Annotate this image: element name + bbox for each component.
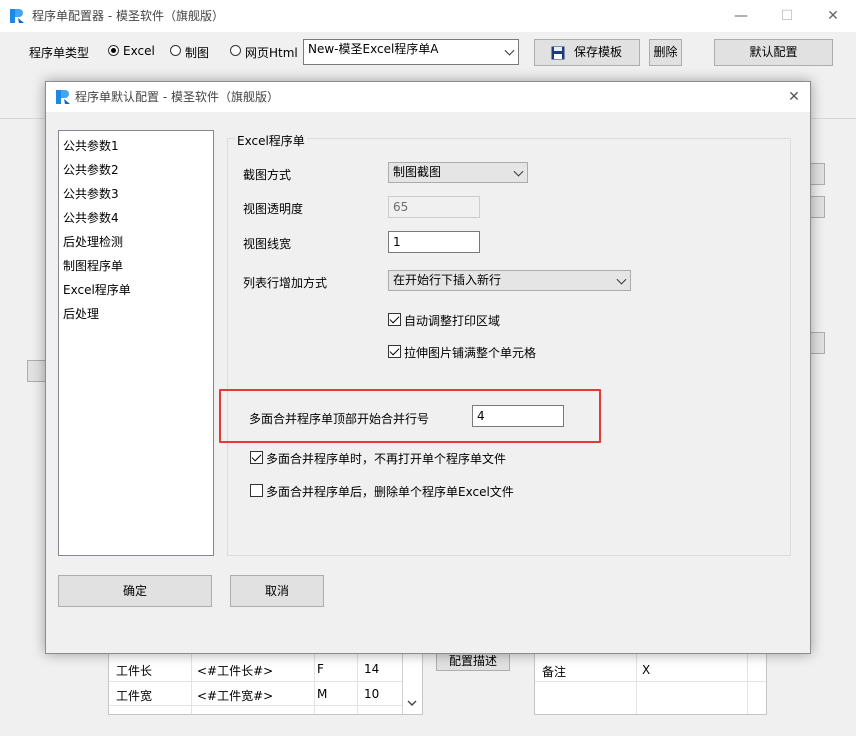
nav-item-public-3[interactable]: 公共参数3 [63, 185, 119, 202]
table-cell[interactable]: 10 [364, 687, 379, 701]
radio-excel-indicator[interactable] [108, 45, 119, 56]
row-divider [109, 705, 402, 706]
radio-drawing[interactable] [170, 45, 181, 56]
nav-item-post-check[interactable]: 后处理检测 [63, 233, 123, 250]
radio-html-indicator[interactable] [230, 45, 241, 56]
nav-item-public-4[interactable]: 公共参数4 [63, 209, 119, 226]
dialog-close-button[interactable]: ✕ [784, 87, 804, 107]
template-select[interactable]: New-模圣Excel程序单A [303, 39, 519, 65]
app-logo-icon [10, 9, 24, 23]
chevron-down-icon [513, 166, 524, 177]
radio-excel-label[interactable]: Excel [123, 44, 155, 58]
group-title: Excel程序单 [235, 132, 307, 149]
table-cell[interactable]: F [317, 662, 324, 676]
cancel-button[interactable]: 取消 [230, 575, 324, 607]
table-cell[interactable]: 工件长 [116, 662, 152, 679]
dialog-title: 程序单默认配置 - 模圣软件（旗舰版） [75, 90, 279, 104]
save-template-button[interactable]: 保存模板 [534, 39, 640, 66]
dialog-title-bar: 程序单默认配置 - 模圣软件（旗舰版） ✕ [46, 82, 810, 112]
row-add-mode-label: 列表行增加方式 [243, 276, 328, 290]
table-cell[interactable]: M [317, 687, 327, 701]
screenshot-mode-value: 制图截图 [393, 165, 442, 179]
bg-left-button[interactable] [27, 360, 47, 382]
template-select-value: New-模圣Excel程序单A [308, 42, 439, 56]
minimize-button[interactable]: — [718, 0, 764, 32]
main-title-bar: 程序单配置器 - 模圣软件（旗舰版） — ☐ ✕ [0, 0, 856, 32]
table-cell[interactable]: X [642, 663, 650, 677]
default-config-button[interactable]: 默认配置 [714, 39, 833, 66]
merge-start-row-label: 多面合并程序单顶部开始合并行号 [249, 412, 430, 426]
no-open-single-label[interactable]: 多面合并程序单时，不再打开单个程序单文件 [266, 450, 506, 467]
stretch-image-checkbox[interactable] [388, 345, 401, 358]
view-opacity-label: 视图透明度 [243, 202, 304, 216]
radio-drawing-indicator[interactable] [170, 45, 181, 56]
app-logo-icon [56, 90, 70, 104]
stretch-image-label[interactable]: 拉伸图片铺满整个单元格 [404, 344, 536, 361]
delete-single-label[interactable]: 多面合并程序单后，删除单个程序单Excel文件 [266, 483, 514, 500]
screenshot-mode-label: 截图方式 [243, 168, 292, 182]
nav-item-drawing-sheet[interactable]: 制图程序单 [63, 257, 123, 274]
type-label: 程序单类型 [29, 46, 90, 60]
nav-item-post-process[interactable]: 后处理 [63, 305, 99, 322]
table-cell[interactable]: 备注 [542, 663, 566, 680]
ok-button[interactable]: 确定 [58, 575, 212, 607]
radio-html-label[interactable]: 网页Html [245, 44, 298, 61]
chevron-down-icon [504, 45, 515, 56]
nav-item-excel-sheet[interactable]: Excel程序单 [63, 281, 131, 298]
auto-print-area-checkbox[interactable] [388, 313, 401, 326]
radio-drawing-label[interactable]: 制图 [185, 44, 209, 61]
screenshot-mode-select[interactable]: 制图截图 [388, 162, 528, 183]
main-window-title: 程序单配置器 - 模圣软件（旗舰版） [32, 9, 224, 23]
table-cell[interactable]: 14 [364, 662, 379, 676]
row-divider [109, 681, 402, 682]
config-desc-button[interactable]: 配置描述 [436, 651, 510, 671]
row-divider [535, 681, 766, 682]
merge-start-row-input[interactable]: 4 [472, 405, 564, 427]
row-add-mode-value: 在开始行下插入新行 [393, 273, 502, 287]
maximize-button[interactable]: ☐ [764, 0, 810, 32]
nav-item-public-2[interactable]: 公共参数2 [63, 161, 119, 178]
scroll-down-icon[interactable] [407, 699, 417, 707]
delete-button[interactable]: 删除 [649, 39, 682, 66]
save-template-label: 保存模板 [573, 45, 622, 59]
view-linewidth-label: 视图线宽 [243, 237, 292, 251]
settings-nav-list: 公共参数1 公共参数2 公共参数3 公共参数4 后处理检测 制图程序单 Exce… [58, 130, 214, 556]
row-add-mode-select[interactable]: 在开始行下插入新行 [388, 270, 631, 291]
no-open-single-checkbox[interactable] [250, 451, 263, 464]
table-cell[interactable]: 工件宽 [116, 687, 152, 704]
table-cell[interactable]: <#工件长#> [197, 662, 273, 679]
radio-excel[interactable] [108, 45, 119, 56]
default-config-dialog: 程序单默认配置 - 模圣软件（旗舰版） ✕ 公共参数1 公共参数2 公共参数3 … [45, 81, 811, 654]
view-linewidth-input[interactable]: 1 [388, 231, 480, 253]
radio-html[interactable] [230, 45, 241, 56]
delete-single-checkbox[interactable] [250, 484, 263, 497]
chevron-down-icon [616, 274, 627, 285]
table-cell[interactable]: <#工件宽#> [197, 687, 273, 704]
close-button[interactable]: ✕ [810, 0, 856, 32]
auto-print-area-label[interactable]: 自动调整打印区域 [404, 312, 500, 329]
floppy-disk-icon [551, 46, 565, 60]
view-opacity-input[interactable]: 65 [388, 196, 480, 218]
nav-item-public-1[interactable]: 公共参数1 [63, 137, 119, 154]
